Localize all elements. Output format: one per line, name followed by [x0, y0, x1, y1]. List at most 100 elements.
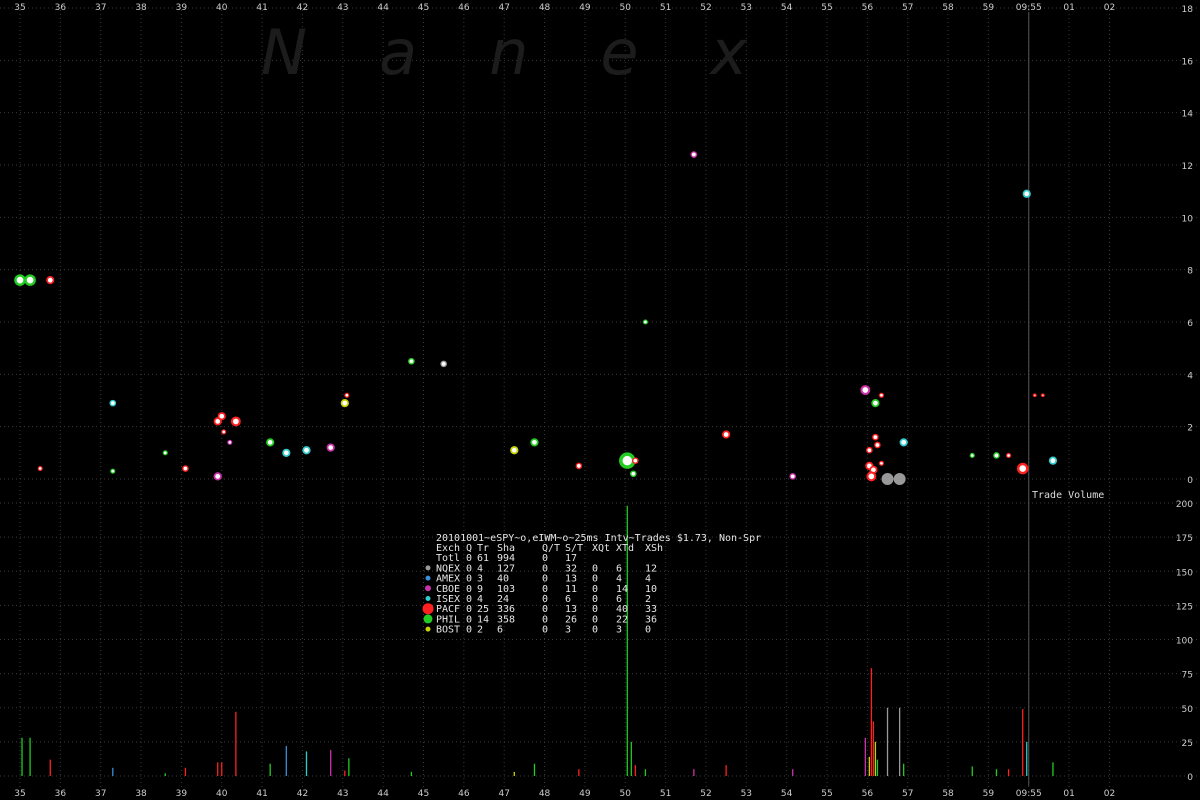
volume-tick-label: 100 — [1176, 637, 1193, 647]
time-tick-label: 42 — [297, 3, 308, 13]
time-tick-label: 40 — [216, 789, 228, 799]
time-tick-label: 56 — [862, 3, 874, 13]
stats-header-cell: XQt — [592, 543, 610, 554]
time-tick-label: 35 — [14, 789, 25, 799]
stats-cell: 3 — [616, 625, 622, 636]
price-tick-label: 16 — [1182, 57, 1194, 67]
trade-point — [632, 457, 639, 464]
time-tick-label: 53 — [741, 789, 752, 799]
time-tick-label: 49 — [579, 789, 591, 799]
time-tick-label: 46 — [458, 789, 470, 799]
trade-point — [619, 452, 636, 469]
time-tick-label: 48 — [539, 3, 551, 13]
trade-point — [722, 430, 731, 439]
trade-point — [630, 470, 637, 478]
time-tick-label: 39 — [176, 789, 188, 799]
trade-point — [1022, 189, 1031, 198]
trade-point — [690, 151, 698, 158]
time-tick-label: 57 — [902, 3, 913, 13]
trade-point — [14, 274, 26, 286]
price-tick-label: 10 — [1182, 214, 1194, 224]
legend-dot — [425, 565, 431, 571]
trade-point — [899, 438, 908, 447]
legend-dot — [425, 626, 431, 632]
time-tick-label: 49 — [579, 3, 591, 13]
volume-tick-label: 125 — [1176, 602, 1193, 612]
trade-point — [860, 385, 871, 395]
stats-cell: 6 — [497, 625, 503, 636]
trade-point — [881, 473, 894, 485]
price-tick-label: 12 — [1182, 162, 1193, 172]
time-tick-label: 40 — [216, 3, 228, 13]
time-tick-label: 56 — [862, 789, 874, 799]
trade-point — [162, 450, 168, 456]
trade-volume-label: Trade Volume — [1032, 490, 1104, 501]
trade-point — [182, 465, 189, 472]
price-tick-label: 2 — [1187, 424, 1193, 434]
time-tick-label: 54 — [781, 789, 793, 799]
time-tick-label: 43 — [337, 789, 348, 799]
time-tick-label: 44 — [377, 3, 389, 13]
watermark: Nanex — [261, 16, 820, 89]
trade-point — [969, 452, 975, 459]
time-tick-label: 39 — [176, 3, 188, 13]
trade-point — [878, 460, 885, 466]
stats-cell: 0 — [542, 625, 548, 636]
trade-point — [37, 465, 43, 472]
time-tick-label: 01 — [1063, 789, 1074, 799]
price-tick-label: 4 — [1187, 371, 1193, 381]
time-tick-label: 36 — [55, 789, 67, 799]
time-tick-label: 46 — [458, 3, 470, 13]
time-tick-label: 50 — [620, 789, 632, 799]
time-tick-label: 37 — [95, 3, 106, 13]
trade-point — [46, 276, 55, 285]
time-tick-label: 41 — [256, 3, 267, 13]
trade-point — [642, 319, 648, 325]
trade-point — [872, 433, 879, 441]
time-tick-label: 44 — [377, 789, 389, 799]
trade-point — [24, 274, 36, 286]
trade-point — [408, 357, 415, 365]
legend-dot — [425, 585, 431, 592]
time-tick-label: 52 — [700, 3, 711, 13]
time-tick-label: 59 — [983, 3, 995, 13]
legend-dot — [423, 614, 433, 624]
stats-cell: 3 — [565, 625, 571, 636]
trade-point — [866, 471, 877, 482]
time-tick-label: 45 — [418, 3, 429, 13]
volume-tick-label: 175 — [1176, 534, 1193, 544]
time-tick-label: 59 — [983, 789, 995, 799]
volume-tick-label: 25 — [1182, 739, 1193, 749]
time-tick-label: 58 — [942, 789, 954, 799]
time-tick-label: 58 — [942, 3, 954, 13]
stats-cell: 2 — [477, 625, 483, 636]
time-tick-label: 09:55 — [1016, 3, 1042, 13]
trade-point — [230, 416, 241, 427]
trade-point — [217, 412, 226, 421]
stats-cell: 0 — [592, 625, 598, 636]
trade-point — [510, 446, 519, 455]
trade-point — [1016, 462, 1029, 475]
trade-point — [1006, 452, 1012, 459]
time-tick-label: 55 — [821, 789, 832, 799]
trade-point — [871, 398, 880, 408]
stats-header-cell: XSh — [645, 543, 663, 554]
nanex-trade-chart: Nanex 024681012141618 025507510012515017… — [0, 0, 1200, 800]
price-tick-label: 6 — [1187, 319, 1193, 329]
trade-point — [302, 446, 311, 455]
trade-point — [227, 439, 233, 445]
legend-dot — [425, 596, 431, 601]
legend-dot — [422, 603, 434, 615]
time-tick-label: 50 — [620, 3, 632, 13]
trade-point — [266, 438, 275, 447]
volume-tick-label: 0 — [1187, 773, 1193, 783]
legend-dot — [425, 575, 431, 581]
time-tick-label: 51 — [660, 789, 671, 799]
trade-point — [1040, 393, 1045, 398]
trade-point — [221, 429, 227, 435]
time-tick-label: 47 — [498, 789, 509, 799]
time-tick-label: 52 — [700, 789, 711, 799]
time-tick-label: 38 — [135, 789, 147, 799]
volume-tick-label: 150 — [1176, 568, 1193, 578]
time-tick-label: 51 — [660, 3, 671, 13]
